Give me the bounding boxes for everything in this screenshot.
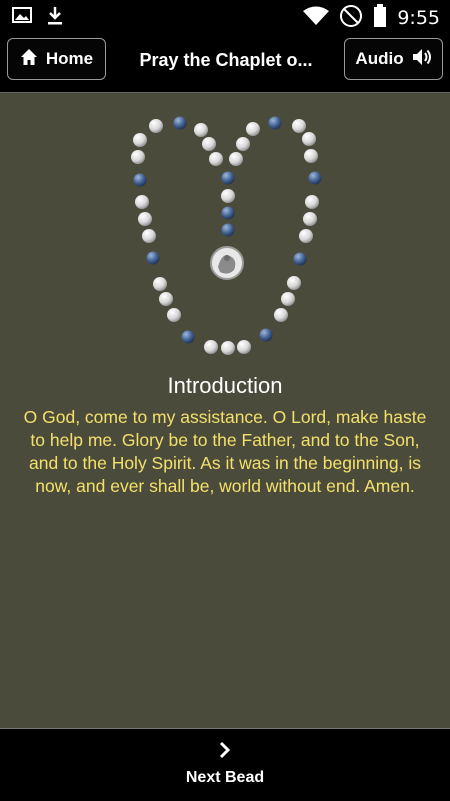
rosary-bead-white xyxy=(131,150,145,164)
rosary-diagram xyxy=(131,116,322,355)
rosary-bead-white xyxy=(135,195,149,209)
rosary-bead-blue xyxy=(268,116,282,130)
rosary-bead-white xyxy=(246,122,260,136)
rosary-bead-white xyxy=(221,189,235,203)
rosary-bead-white xyxy=(287,276,301,290)
rosary-bead-white xyxy=(304,149,318,163)
next-bead-button[interactable]: Next Bead xyxy=(0,728,450,801)
download-icon xyxy=(46,6,64,30)
medal-icon xyxy=(210,246,244,280)
rosary-bead-blue xyxy=(259,328,273,342)
home-icon xyxy=(20,48,38,71)
rosary-bead-blue xyxy=(173,116,187,130)
rosary-bead-white xyxy=(229,152,243,166)
rosary-bead-blue xyxy=(221,223,235,237)
battery-icon xyxy=(373,4,387,32)
action-bar: Home Pray the Chaplet o... Audio xyxy=(0,32,450,93)
section-title: Introduction xyxy=(167,373,283,398)
rosary-bead-blue xyxy=(181,330,195,344)
rosary-bead-white xyxy=(202,137,216,151)
status-bar: 9:55 xyxy=(0,0,450,32)
rosary-bead-white xyxy=(167,308,181,322)
rosary-bead-white xyxy=(236,137,250,151)
rosary-bead-white xyxy=(142,229,156,243)
rosary-bead-white xyxy=(302,132,316,146)
home-button[interactable]: Home xyxy=(7,38,106,80)
rosary-bead-white xyxy=(149,119,163,133)
speaker-icon xyxy=(412,48,432,71)
chevron-right-icon xyxy=(0,741,450,763)
rosary-bead-white xyxy=(292,119,306,133)
next-bead-label: Next Bead xyxy=(185,769,265,786)
rosary-bead-white xyxy=(299,229,313,243)
rosary-bead-blue xyxy=(221,171,235,185)
audio-button[interactable]: Audio xyxy=(344,38,443,80)
rosary-bead-white xyxy=(305,195,319,209)
rosary-bead-white xyxy=(281,292,295,306)
rosary-bead-white xyxy=(159,292,173,306)
rosary-bead-white xyxy=(209,152,223,166)
rosary-bead-white xyxy=(138,212,152,226)
rosary-bead-white xyxy=(204,340,218,354)
rosary-bead-white xyxy=(153,277,167,291)
no-sim-icon xyxy=(339,4,363,32)
audio-label: Audio xyxy=(355,49,404,68)
rosary-bead-blue xyxy=(221,206,235,220)
rosary-bead-white xyxy=(274,308,288,322)
rosary-bead-blue xyxy=(146,251,160,265)
prayer-text: O God, come to my assistance. O Lord, ma… xyxy=(23,407,427,496)
rosary-bead-white xyxy=(221,341,235,355)
rosary-bead-blue xyxy=(293,252,307,266)
rosary-bead-white xyxy=(303,212,317,226)
clock-time: 9:55 xyxy=(397,7,440,29)
image-icon xyxy=(12,6,32,30)
home-label: Home xyxy=(45,49,94,68)
rosary-bead-blue xyxy=(308,171,322,185)
wifi-icon xyxy=(303,6,330,30)
page-title: Pray the Chaplet o... xyxy=(139,50,313,70)
rosary-bead-white xyxy=(133,133,147,147)
rosary-bead-blue xyxy=(133,173,147,187)
rosary-bead-white xyxy=(237,340,251,354)
rosary-bead-white xyxy=(194,123,208,137)
